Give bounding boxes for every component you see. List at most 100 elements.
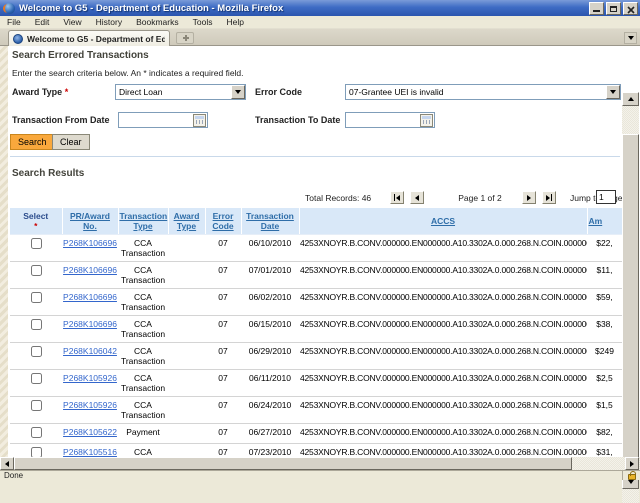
clear-button[interactable]: Clear — [52, 134, 90, 150]
menu-view[interactable]: View — [56, 16, 88, 29]
cell-error-code: 07 — [205, 234, 241, 262]
pr-award-no-link[interactable]: P268K105516 — [63, 447, 117, 457]
cell-select — [10, 342, 62, 370]
col-pr-award-no[interactable]: PR/Award No. — [62, 208, 119, 235]
award-type-select[interactable]: Direct Loan — [115, 84, 246, 100]
required-asterisk: * — [64, 87, 69, 97]
horizontal-scrollbar[interactable] — [0, 457, 640, 470]
row-select-checkbox[interactable] — [30, 373, 42, 384]
error-code-select[interactable]: 07-Grantee UEI is invalid — [345, 84, 621, 100]
scroll-left-button[interactable] — [0, 457, 14, 470]
row-select-checkbox[interactable] — [30, 447, 42, 457]
page-content: Search Errored Transactions Enter the se… — [8, 46, 622, 457]
col-award-type[interactable]: Award Type — [168, 208, 206, 235]
cell-select — [10, 369, 62, 397]
vertical-scrollbar[interactable] — [622, 92, 639, 503]
menu-bookmarks[interactable]: Bookmarks — [129, 16, 186, 29]
horizontal-scroll-thumb[interactable] — [14, 457, 572, 470]
cell-transaction-date: 06/11/2010 — [241, 369, 299, 397]
cell-select — [10, 261, 62, 289]
scroll-up-button[interactable] — [622, 92, 639, 106]
window-title: Welcome to G5 - Department of Education … — [19, 2, 284, 14]
cell-error-code: 07 — [205, 396, 241, 424]
calendar-icon[interactable] — [420, 113, 433, 127]
cell-transaction-type: CCA Transaction — [118, 261, 168, 289]
minimize-button[interactable] — [589, 1, 604, 15]
cell-pr-award-no: P268K105926 — [62, 369, 118, 397]
col-transaction-type[interactable]: Transaction Type — [118, 208, 169, 235]
row-select-checkbox[interactable] — [30, 319, 42, 330]
col-amount[interactable]: Am — [587, 208, 622, 235]
row-select-checkbox[interactable] — [30, 265, 42, 276]
arrow-down-icon — [627, 480, 634, 484]
status-text: Done — [4, 471, 24, 480]
row-select-checkbox[interactable] — [30, 400, 42, 411]
last-page-button[interactable] — [542, 191, 556, 204]
menu-edit[interactable]: Edit — [28, 16, 57, 29]
row-select-checkbox[interactable] — [30, 346, 42, 357]
cell-transaction-type: CCA Transaction — [118, 234, 168, 262]
scroll-right-button[interactable] — [625, 457, 639, 470]
pr-award-no-link[interactable]: P268K106696 — [63, 292, 117, 302]
col-transaction-date[interactable]: Transaction Date — [241, 208, 300, 235]
table-row: P268K106696 CCA Transaction 07 06/10/201… — [10, 234, 622, 262]
jump-to-page-input[interactable] — [596, 190, 616, 204]
cell-select — [10, 288, 62, 316]
menu-tools[interactable]: Tools — [186, 16, 220, 29]
cell-error-code: 07 — [205, 261, 241, 289]
menu-help[interactable]: Help — [219, 16, 250, 29]
col-accs[interactable]: ACCS — [299, 208, 588, 235]
cell-error-code: 07 — [205, 315, 241, 343]
transaction-to-date-field — [345, 112, 435, 128]
row-select-checkbox[interactable] — [30, 292, 42, 303]
pr-award-no-link[interactable]: P268K105622 — [63, 427, 117, 437]
previous-page-button[interactable] — [410, 191, 424, 204]
chevron-down-icon — [627, 36, 634, 40]
cell-select — [10, 396, 62, 424]
restore-button[interactable] — [606, 1, 621, 15]
list-all-tabs-button[interactable] — [624, 32, 637, 44]
cell-award-type — [168, 288, 205, 316]
vertical-scroll-thumb[interactable] — [622, 134, 639, 486]
pr-award-no-link[interactable]: P268K105926 — [63, 400, 117, 410]
pr-award-no-link[interactable]: P268K106042 — [63, 346, 117, 356]
dropdown-arrow-icon[interactable] — [231, 85, 245, 99]
cell-error-code: 07 — [205, 342, 241, 370]
padlock-icon — [627, 470, 636, 480]
ssl-panel — [622, 470, 640, 480]
active-tab[interactable]: Welcome to G5 - Department of Edu... — [8, 30, 170, 46]
close-button[interactable] — [623, 1, 638, 15]
g5-favicon-icon — [13, 33, 23, 44]
cell-amount: $59, — [587, 288, 622, 316]
pr-award-no-link[interactable]: P268K105926 — [63, 373, 117, 383]
results-table: Select * PR/Award No. Transaction Type Awar… — [10, 208, 622, 457]
col-error-code[interactable]: Error Code — [205, 208, 242, 235]
next-page-button[interactable] — [522, 191, 536, 204]
calendar-icon[interactable] — [193, 113, 206, 127]
next-page-icon — [527, 194, 531, 201]
row-select-checkbox[interactable] — [30, 427, 42, 438]
cell-error-code: 07 — [205, 423, 241, 444]
dropdown-arrow-icon[interactable] — [606, 85, 620, 99]
cell-pr-award-no: P268K106696 — [62, 234, 118, 262]
page-left-border — [0, 46, 8, 457]
transaction-to-date-input[interactable] — [346, 114, 420, 126]
search-button[interactable]: Search — [10, 134, 55, 150]
cell-accs: 4253XNOYR.B.CONV.000000.EN000000.A10.330… — [299, 423, 587, 444]
table-row: P268K106696 CCA Transaction 07 07/01/201… — [10, 261, 622, 289]
menu-file[interactable]: File — [0, 16, 28, 29]
cell-amount: $1,5 — [587, 396, 622, 424]
cell-error-code: 07 — [205, 288, 241, 316]
transaction-from-date-input[interactable] — [119, 114, 193, 126]
pr-award-no-link[interactable]: P268K106696 — [63, 319, 117, 329]
first-page-button[interactable] — [390, 191, 404, 204]
table-row: P268K106696 CCA Transaction 07 06/02/201… — [10, 288, 622, 316]
pr-award-no-link[interactable]: P268K106696 — [63, 238, 117, 248]
tab-bar: Welcome to G5 - Department of Edu... — [0, 29, 640, 46]
row-select-checkbox[interactable] — [30, 238, 42, 249]
pr-award-no-link[interactable]: P268K106696 — [63, 265, 117, 275]
menu-history[interactable]: History — [89, 16, 129, 29]
new-tab-button[interactable] — [176, 32, 194, 44]
cell-error-code: 07 — [205, 443, 241, 457]
cell-transaction-type: CCA Transaction — [118, 342, 168, 370]
